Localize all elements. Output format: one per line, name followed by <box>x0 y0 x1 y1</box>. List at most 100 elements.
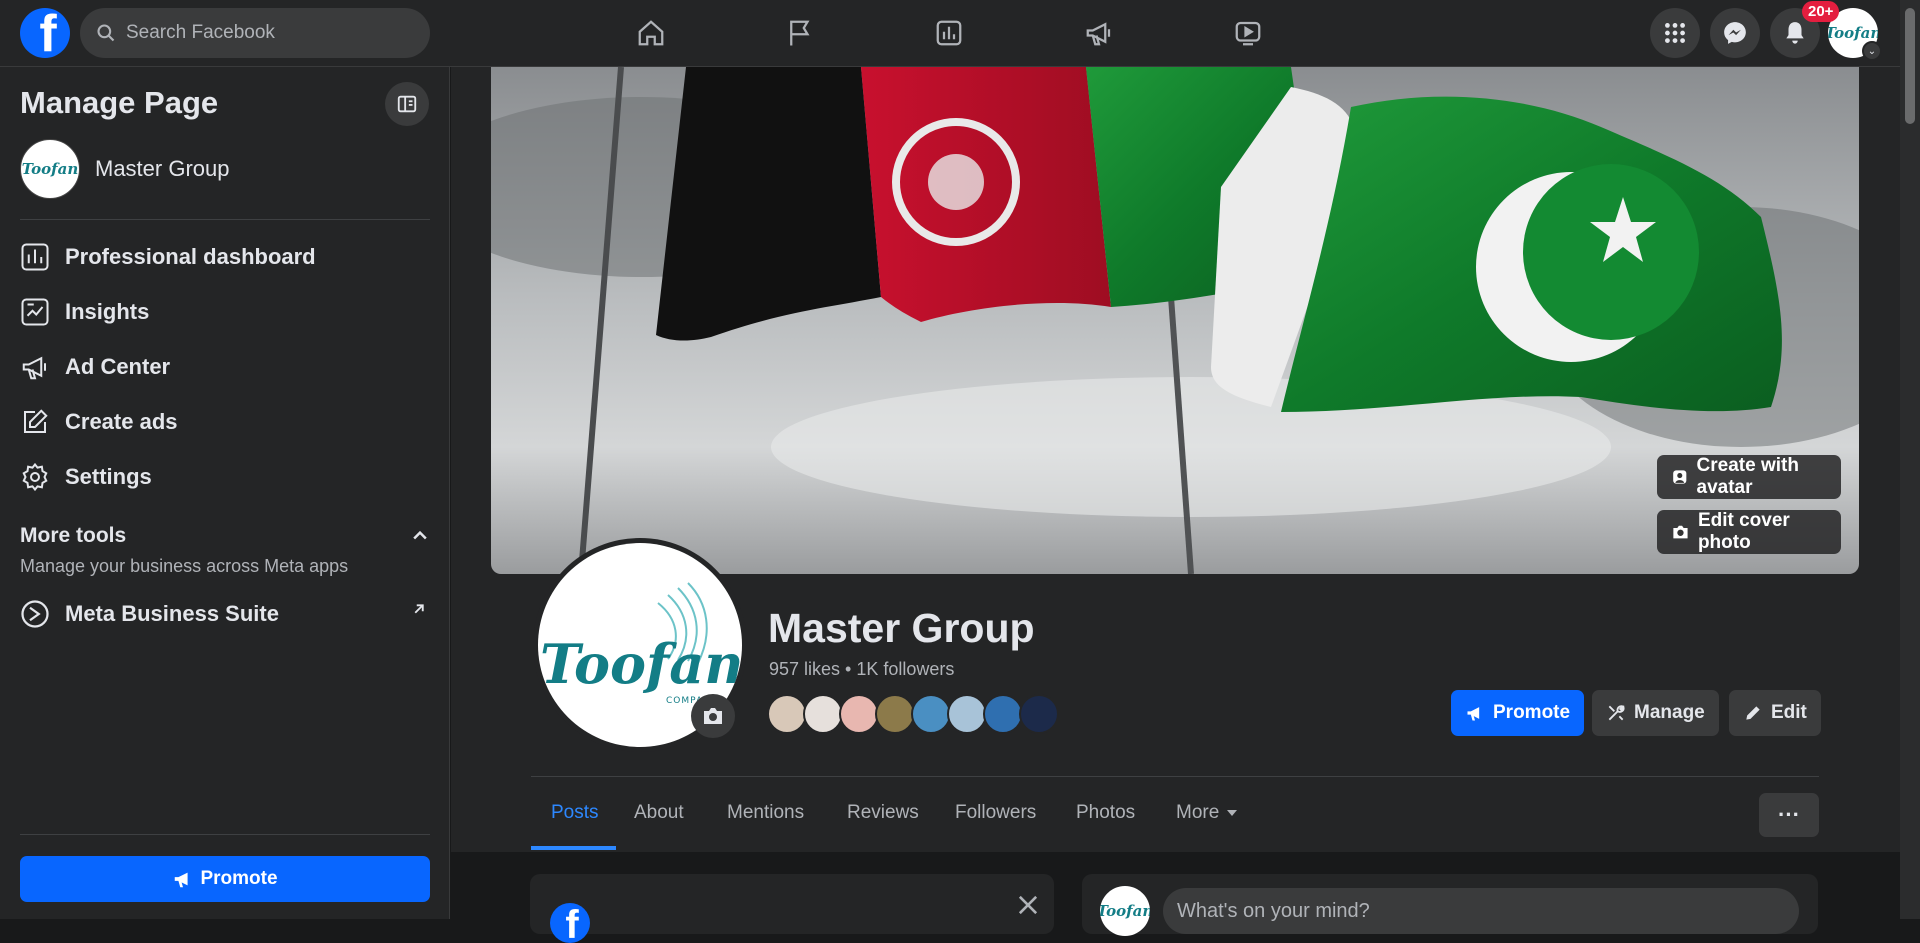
flag-icon[interactable] <box>770 10 830 56</box>
sidebar-page-name: Master Group <box>95 156 230 181</box>
divider <box>20 219 430 220</box>
camera-icon <box>704 708 722 724</box>
sidebar-item-professional-dashboard[interactable]: Professional dashboard <box>20 235 430 279</box>
sidebar-item-settings[interactable]: Settings <box>20 455 430 499</box>
tab-followers[interactable]: Followers <box>955 802 1036 824</box>
sidebar-item-label: Create ads <box>65 409 178 434</box>
search-box[interactable] <box>80 8 430 58</box>
svg-text:Toofan: Toofan <box>540 632 742 696</box>
create-with-avatar-button[interactable]: Create with avatar <box>1657 455 1841 499</box>
tab-posts[interactable]: Posts <box>551 802 599 824</box>
insights-icon[interactable] <box>919 10 979 56</box>
avatar-icon <box>1673 470 1687 484</box>
avatar: Toofan <box>1100 886 1150 936</box>
follower-avatar[interactable] <box>911 694 951 734</box>
sidebar-item-label: Meta Business Suite <box>65 601 279 626</box>
edit-cover-photo-button[interactable]: Edit cover photo <box>1657 510 1841 554</box>
sidebar-promote-label: Promote <box>200 868 278 889</box>
sidebar-item-label: Ad Center <box>65 354 171 379</box>
sidebar-item-label: Insights <box>65 299 150 324</box>
sidebar-promote-button[interactable]: Promote <box>20 856 430 902</box>
sidebar-item-meta-business-suite[interactable]: Meta Business Suite <box>20 592 430 636</box>
follower-avatar[interactable] <box>875 694 915 734</box>
caret-down-icon <box>1227 809 1238 816</box>
search-input[interactable] <box>126 22 406 44</box>
more-tools-heading: More tools <box>20 524 127 547</box>
scrollbar-thumb[interactable] <box>1905 8 1915 124</box>
sidebar-toggle-icon <box>397 95 417 113</box>
follower-avatar[interactable] <box>983 694 1023 734</box>
notification-badge: 20+ <box>1802 1 1840 22</box>
post-composer-input[interactable]: What's on your mind? <box>1163 888 1799 934</box>
page-main-content: Create with avatar Edit cover photo Toof… <box>451 67 1900 919</box>
page-avatar: Toofan <box>20 139 80 199</box>
home-icon[interactable] <box>621 10 681 56</box>
sidebar-item-create-ads[interactable]: Create ads <box>20 400 430 444</box>
insights-icon <box>21 298 49 326</box>
page-scrollbar[interactable] <box>1900 0 1920 919</box>
manage-label: Manage <box>1634 702 1705 723</box>
chevron-down-icon[interactable]: ⌄ <box>1862 41 1882 61</box>
follower-avatar[interactable] <box>803 694 843 734</box>
follower-avatar[interactable] <box>947 694 987 734</box>
more-options-button[interactable]: ··· <box>1759 793 1819 837</box>
page-stats[interactable]: 957 likes • 1K followers <box>769 659 954 680</box>
collapse-sidebar-button[interactable] <box>385 82 429 126</box>
gear-icon <box>22 462 48 492</box>
megaphone-icon <box>22 356 46 380</box>
facebook-logo[interactable]: f <box>20 8 70 58</box>
promote-button[interactable]: Promote <box>1451 690 1585 736</box>
pencil-icon <box>1746 706 1760 720</box>
tab-more-label: More <box>1176 802 1220 823</box>
megaphone-icon <box>1467 707 1480 721</box>
sidebar-title: Manage Page <box>20 85 219 120</box>
tab-more[interactable]: More <box>1176 802 1238 824</box>
info-card <box>530 874 1054 934</box>
video-icon[interactable] <box>1218 10 1278 56</box>
manage-page-sidebar: Manage Page Toofan Master Group Professi… <box>0 67 450 919</box>
meta-business-suite-icon <box>21 600 49 628</box>
active-tab-indicator <box>531 846 616 850</box>
tab-reviews[interactable]: Reviews <box>847 802 919 824</box>
composer-avatar-logo-text: Toofan <box>1100 902 1150 920</box>
dashboard-icon <box>21 243 49 271</box>
close-icon[interactable] <box>1014 891 1042 919</box>
messenger-icon[interactable] <box>1710 8 1760 58</box>
chevron-up-icon[interactable] <box>410 526 430 546</box>
follower-avatar[interactable] <box>1019 694 1059 734</box>
camera-icon <box>1673 525 1688 539</box>
create-with-avatar-label: Create with avatar <box>1696 455 1799 498</box>
manage-button[interactable]: Manage <box>1592 690 1719 736</box>
page-avatar-logo-text: Toofan <box>21 160 79 178</box>
promote-label: Promote <box>1493 702 1571 723</box>
cover-photo[interactable]: Create with avatar Edit cover photo <box>491 67 1859 574</box>
top-navigation-bar: f 20+ Toofan ⌄ <box>0 0 1900 67</box>
divider <box>531 776 1819 777</box>
sidebar-item-label: Professional dashboard <box>65 244 316 269</box>
tab-mentions[interactable]: Mentions <box>727 802 804 824</box>
page-title: Master Group <box>768 605 1035 651</box>
update-profile-picture-button[interactable] <box>691 694 735 738</box>
avatar-logo-text: Toofan <box>1828 24 1878 42</box>
more-tools-subtitle: Manage your business across Meta apps <box>20 556 349 576</box>
edit-icon <box>24 409 48 433</box>
tools-icon <box>1608 705 1625 721</box>
menu-grid-icon[interactable] <box>1650 8 1700 58</box>
tab-photos[interactable]: Photos <box>1076 802 1135 824</box>
composer-placeholder: What's on your mind? <box>1177 899 1370 922</box>
cover-flags-image <box>491 67 1859 574</box>
follower-avatar[interactable] <box>839 694 879 734</box>
follower-avatar[interactable] <box>767 694 807 734</box>
facebook-logo: f <box>550 903 590 943</box>
tab-about[interactable]: About <box>634 802 684 824</box>
megaphone-icon[interactable] <box>1069 10 1129 56</box>
edit-cover-photo-label: Edit cover photo <box>1697 510 1790 553</box>
sidebar-item-ad-center[interactable]: Ad Center <box>20 345 430 389</box>
edit-label: Edit <box>1771 702 1807 723</box>
sidebar-item-insights[interactable]: Insights <box>20 290 430 334</box>
external-link-icon <box>414 604 424 614</box>
search-icon <box>97 24 115 42</box>
sidebar-page-switcher[interactable]: Toofan Master Group <box>20 139 230 199</box>
follower-avatars[interactable] <box>767 694 1059 734</box>
edit-button[interactable]: Edit <box>1729 690 1821 736</box>
